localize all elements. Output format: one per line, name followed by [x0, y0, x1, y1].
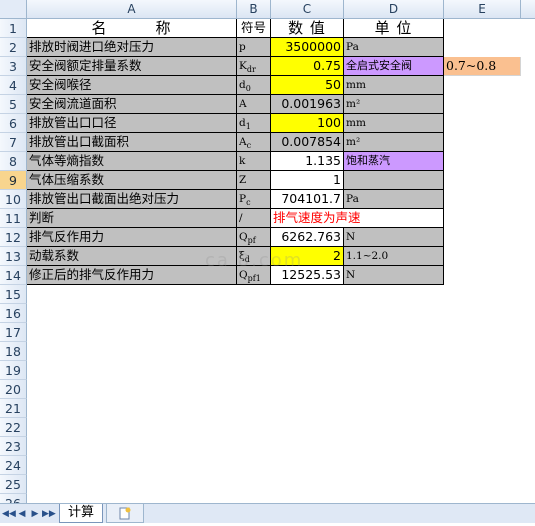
value-cell[interactable]: 0.007854 — [271, 133, 344, 152]
row-header[interactable]: 17 — [0, 323, 27, 342]
watermark: ca 8.com — [205, 250, 304, 271]
value-cell[interactable]: 6262.763 — [271, 228, 344, 247]
new-sheet-tab[interactable] — [106, 504, 144, 523]
unit-cell[interactable]: mm — [344, 76, 444, 95]
first-sheet-icon[interactable]: ◀◀ — [2, 508, 16, 520]
row-header[interactable]: 13 — [0, 247, 27, 266]
name-cell[interactable]: 判断 — [27, 209, 237, 228]
symbol-cell[interactable]: d1 — [237, 114, 271, 133]
value-input-cell[interactable]: 3500000 — [271, 38, 344, 57]
value-cell[interactable]: 1.135 — [271, 152, 344, 171]
name-cell[interactable]: 安全阀额定排量系数 — [27, 57, 237, 76]
row-header[interactable]: 22 — [0, 418, 27, 437]
row-header[interactable]: 14 — [0, 266, 27, 285]
row-header[interactable]: 24 — [0, 456, 27, 475]
symbol-cell[interactable]: A — [237, 95, 271, 114]
next-sheet-icon[interactable]: ▶ — [29, 508, 41, 520]
name-cell[interactable]: 排气反作用力 — [27, 228, 237, 247]
prev-sheet-icon[interactable]: ◀ — [16, 508, 28, 520]
symbol-cell[interactable]: Qpf — [237, 228, 271, 247]
value-input-cell[interactable]: 50 — [271, 76, 344, 95]
unit-cell[interactable]: N — [344, 228, 444, 247]
row-header[interactable]: 1 — [0, 19, 27, 38]
spreadsheet-grid[interactable]: A B C D E 1 2 3 4 5 6 7 8 9 10 11 12 13 … — [0, 0, 535, 503]
row-header[interactable]: 20 — [0, 380, 27, 399]
unit-cell[interactable]: N — [344, 266, 444, 285]
unit-cell[interactable]: 全启式安全阀 — [344, 57, 444, 76]
row-header[interactable]: 5 — [0, 95, 27, 114]
column-header-f[interactable] — [521, 0, 535, 19]
result-cell[interactable]: 排气速度为声速 — [271, 209, 444, 228]
header-unit-cell[interactable]: 单 位 — [344, 19, 444, 38]
row-header[interactable]: 4 — [0, 76, 27, 95]
symbol-cell[interactable]: / — [237, 209, 271, 228]
column-header-d[interactable]: D — [344, 0, 444, 19]
unit-cell[interactable]: 1.1~2.0 — [344, 247, 444, 266]
row-header[interactable]: 3 — [0, 57, 27, 76]
symbol-cell[interactable]: Z — [237, 171, 271, 190]
header-name-cell[interactable]: 名 称 — [27, 19, 237, 38]
unit-cell[interactable]: Pa — [344, 190, 444, 209]
value-cell[interactable]: 1 — [271, 171, 344, 190]
header-value-cell[interactable]: 数 值 — [271, 19, 344, 38]
row-header-selected[interactable]: 9 — [0, 171, 27, 190]
unit-cell[interactable]: m² — [344, 133, 444, 152]
column-header-c[interactable]: C — [271, 0, 344, 19]
note-cell[interactable]: 0.7~0.8 — [444, 57, 521, 76]
name-cell[interactable]: 气体等熵指数 — [27, 152, 237, 171]
row-header[interactable]: 23 — [0, 437, 27, 456]
symbol-cell[interactable]: k — [237, 152, 271, 171]
row-header[interactable]: 8 — [0, 152, 27, 171]
name-cell[interactable]: 气体压缩系数 — [27, 171, 237, 190]
column-header-b[interactable]: B — [237, 0, 271, 19]
last-sheet-icon[interactable]: ▶▶ — [42, 508, 56, 520]
symbol-cell[interactable]: Pc — [237, 190, 271, 209]
symbol-cell[interactable]: Ac — [237, 133, 271, 152]
row-header[interactable]: 21 — [0, 399, 27, 418]
symbol-cell[interactable]: p — [237, 38, 271, 57]
sheet-tab-bar: ◀◀ ◀ ▶ ▶▶ 计算 — [0, 503, 535, 523]
value-cell[interactable]: 704101.7 — [271, 190, 344, 209]
header-symbol-cell[interactable]: 符号 — [237, 19, 271, 38]
unit-cell[interactable] — [344, 171, 444, 190]
name-cell[interactable]: 排放时阀进口绝对压力 — [27, 38, 237, 57]
row-header[interactable]: 18 — [0, 342, 27, 361]
name-cell[interactable]: 排放管出口截面出绝对压力 — [27, 190, 237, 209]
row-header[interactable]: 10 — [0, 190, 27, 209]
column-header-a[interactable]: A — [27, 0, 237, 19]
row-header[interactable]: 2 — [0, 38, 27, 57]
row-header[interactable]: 25 — [0, 475, 27, 494]
row-header[interactable]: 16 — [0, 304, 27, 323]
value-cell[interactable]: 0.001963 — [271, 95, 344, 114]
symbol-cell[interactable]: Kdr — [237, 57, 271, 76]
name-cell[interactable]: 安全阀流道面积 — [27, 95, 237, 114]
row-header[interactable]: 26 — [0, 494, 27, 503]
row-header[interactable]: 12 — [0, 228, 27, 247]
row-header[interactable]: 7 — [0, 133, 27, 152]
value-input-cell[interactable]: 100 — [271, 114, 344, 133]
value-input-cell[interactable]: 0.75 — [271, 57, 344, 76]
column-header-e[interactable]: E — [444, 0, 521, 19]
row-header[interactable]: 19 — [0, 361, 27, 380]
sheet-tab-calc[interactable]: 计算 — [59, 504, 103, 523]
unit-cell[interactable]: m² — [344, 95, 444, 114]
name-cell[interactable]: 排放管出口口径 — [27, 114, 237, 133]
unit-cell[interactable]: Pa — [344, 38, 444, 57]
name-cell[interactable]: 安全阀喉径 — [27, 76, 237, 95]
unit-cell[interactable]: mm — [344, 114, 444, 133]
row-header[interactable]: 6 — [0, 114, 27, 133]
select-all-corner[interactable] — [0, 0, 27, 19]
symbol-cell[interactable]: d0 — [237, 76, 271, 95]
unit-cell[interactable]: 饱和蒸汽 — [344, 152, 444, 171]
row-header[interactable]: 11 — [0, 209, 27, 228]
row-header[interactable]: 15 — [0, 285, 27, 304]
new-sheet-icon — [119, 507, 131, 520]
name-cell[interactable]: 排放管出口截面积 — [27, 133, 237, 152]
